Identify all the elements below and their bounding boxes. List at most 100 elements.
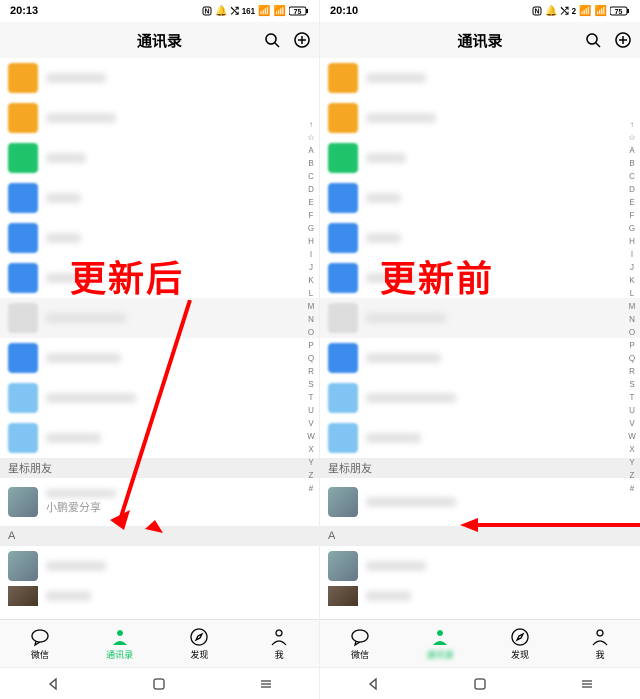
alpha-letter[interactable]: I <box>310 248 312 261</box>
list-item[interactable] <box>0 58 319 98</box>
list-item[interactable] <box>320 58 640 98</box>
alpha-letter[interactable]: G <box>308 222 314 235</box>
alpha-letter[interactable]: S <box>308 378 313 391</box>
search-icon[interactable] <box>263 31 281 49</box>
alpha-letter[interactable]: I <box>631 248 633 261</box>
alpha-index[interactable]: ↑☆ABCDEFGHIJKLMNOPQRSTUVWXYZ# <box>626 118 638 495</box>
alpha-letter[interactable]: D <box>308 183 314 196</box>
alpha-letter[interactable]: A <box>308 144 313 157</box>
alpha-letter[interactable]: O <box>629 326 635 339</box>
list-item[interactable] <box>320 418 640 458</box>
alpha-letter[interactable]: R <box>308 365 314 378</box>
alpha-letter[interactable]: ↑ <box>630 118 634 131</box>
list-item[interactable] <box>0 178 319 218</box>
alpha-letter[interactable]: N <box>629 313 635 326</box>
alpha-letter[interactable]: W <box>628 430 636 443</box>
alpha-letter[interactable]: H <box>629 235 635 248</box>
alpha-letter[interactable]: J <box>309 261 313 274</box>
alpha-index[interactable]: ↑☆ABCDEFGHIJKLMNOPQRSTUVWXYZ# <box>305 118 317 495</box>
tab-contacts[interactable]: 通讯录 <box>80 620 160 667</box>
phone-before: 20:10 N 🔔⤭2 📶📶 75 通讯录 ↑☆ABCDEFGHIJKLMNOP… <box>320 0 640 699</box>
alpha-letter[interactable]: B <box>629 157 634 170</box>
tab-discover[interactable]: 发现 <box>480 620 560 667</box>
alpha-letter[interactable]: C <box>629 170 635 183</box>
svg-text:75: 75 <box>615 9 623 16</box>
add-icon[interactable] <box>614 31 632 49</box>
alpha-letter[interactable]: U <box>308 404 314 417</box>
alpha-letter[interactable]: K <box>629 274 634 287</box>
alpha-letter[interactable]: X <box>308 443 313 456</box>
alpha-letter[interactable]: B <box>308 157 313 170</box>
alpha-letter[interactable]: J <box>630 261 634 274</box>
nav-home[interactable] <box>151 676 167 692</box>
nav-back[interactable] <box>365 676 381 692</box>
alpha-letter[interactable]: Q <box>308 352 314 365</box>
alpha-letter[interactable]: Y <box>308 456 313 469</box>
alpha-letter[interactable]: H <box>308 235 314 248</box>
tab-me[interactable]: 我 <box>560 620 640 667</box>
phone-after: 20:13 N 🔔⤭161 📶📶 75 通讯录 ↑☆ABCDEFGHIJKLMN… <box>0 0 320 699</box>
alpha-letter[interactable]: E <box>629 196 634 209</box>
alpha-letter[interactable]: F <box>309 209 314 222</box>
alpha-letter[interactable]: C <box>308 170 314 183</box>
tab-chat[interactable]: 微信 <box>0 620 80 667</box>
alpha-letter[interactable]: G <box>629 222 635 235</box>
alpha-letter[interactable]: N <box>308 313 314 326</box>
alpha-letter[interactable]: M <box>308 300 315 313</box>
alpha-letter[interactable]: M <box>629 300 636 313</box>
avatar <box>8 586 38 606</box>
list-item[interactable] <box>0 98 319 138</box>
alpha-letter[interactable]: Z <box>630 469 635 482</box>
status-time: 20:10 <box>330 5 358 17</box>
list-item[interactable] <box>0 586 319 606</box>
alpha-letter[interactable]: W <box>307 430 315 443</box>
alpha-letter[interactable]: T <box>309 391 314 404</box>
list-item[interactable] <box>320 338 640 378</box>
list-item[interactable] <box>320 298 640 338</box>
alpha-letter[interactable]: ☆ <box>307 131 314 144</box>
alpha-letter[interactable]: S <box>629 378 634 391</box>
alpha-letter[interactable]: E <box>308 196 313 209</box>
alpha-letter[interactable]: D <box>629 183 635 196</box>
alpha-letter[interactable]: Q <box>629 352 635 365</box>
alpha-letter[interactable]: Z <box>309 469 314 482</box>
alpha-letter[interactable]: P <box>629 339 634 352</box>
list-item[interactable] <box>320 378 640 418</box>
alpha-letter[interactable]: # <box>630 482 634 495</box>
tab-discover[interactable]: 发现 <box>160 620 240 667</box>
alpha-letter[interactable]: V <box>629 417 634 430</box>
alpha-letter[interactable]: Y <box>629 456 634 469</box>
alpha-letter[interactable]: ☆ <box>628 131 635 144</box>
nav-home[interactable] <box>472 676 488 692</box>
alpha-letter[interactable]: K <box>308 274 313 287</box>
list-item[interactable] <box>320 178 640 218</box>
alpha-letter[interactable]: X <box>629 443 634 456</box>
list-item[interactable] <box>0 546 319 586</box>
list-item[interactable] <box>320 138 640 178</box>
list-item[interactable] <box>0 138 319 178</box>
alpha-letter[interactable]: L <box>630 287 634 300</box>
alpha-letter[interactable]: A <box>629 144 634 157</box>
alpha-letter[interactable]: R <box>629 365 635 378</box>
list-item[interactable] <box>320 546 640 586</box>
alpha-letter[interactable]: U <box>629 404 635 417</box>
alpha-letter[interactable]: P <box>308 339 313 352</box>
search-icon[interactable] <box>584 31 602 49</box>
alpha-letter[interactable]: ↑ <box>309 118 313 131</box>
list-item[interactable] <box>320 586 640 606</box>
alpha-letter[interactable]: F <box>630 209 635 222</box>
alpha-letter[interactable]: O <box>308 326 314 339</box>
alpha-letter[interactable]: L <box>309 287 313 300</box>
add-icon[interactable] <box>293 31 311 49</box>
nav-menu[interactable] <box>579 676 595 692</box>
tab-me[interactable]: 我 <box>239 620 319 667</box>
tab-chat[interactable]: 微信 <box>320 620 400 667</box>
alpha-letter[interactable]: V <box>308 417 313 430</box>
nav-back[interactable] <box>45 676 61 692</box>
list-item[interactable] <box>320 98 640 138</box>
tab-contacts[interactable]: 通讯录 <box>400 620 480 667</box>
alpha-letter[interactable]: T <box>630 391 635 404</box>
alpha-letter[interactable]: # <box>309 482 313 495</box>
android-nav <box>320 667 640 699</box>
nav-menu[interactable] <box>258 676 274 692</box>
